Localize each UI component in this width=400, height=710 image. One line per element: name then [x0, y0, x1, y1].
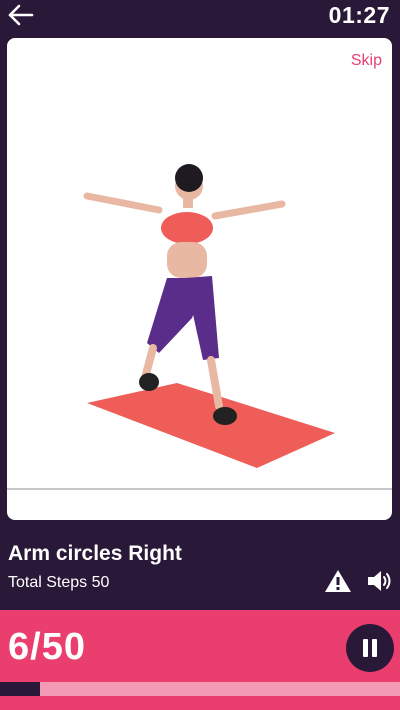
top-bar: 01:27 [0, 0, 400, 32]
exercise-card: Skip [7, 38, 392, 520]
total-steps-label: Total Steps 50 [8, 574, 110, 591]
pause-bar-left [363, 639, 368, 657]
skip-button[interactable]: Skip [351, 52, 382, 70]
video-timeline [7, 488, 392, 490]
exercise-mat [87, 383, 335, 468]
exercise-illustration [83, 164, 335, 468]
warning-button[interactable] [324, 568, 352, 594]
pause-button[interactable] [346, 624, 394, 672]
arrow-left-icon [8, 4, 34, 26]
workout-screen: 01:27 Skip Arm circles Right Total Steps… [0, 0, 400, 710]
workout-timer: 01:27 [328, 2, 390, 28]
exercise-title: Arm circles Right [8, 542, 182, 565]
step-counter: 6/50 [8, 626, 86, 668]
speaker-icon [368, 571, 391, 591]
pause-bar-right [372, 639, 377, 657]
back-button[interactable] [6, 2, 36, 28]
warning-icon [325, 570, 351, 592]
sound-button[interactable] [366, 568, 394, 594]
progress-fill [0, 682, 40, 696]
progress-panel: 6/50 [0, 610, 400, 710]
progress-bar [0, 682, 400, 696]
